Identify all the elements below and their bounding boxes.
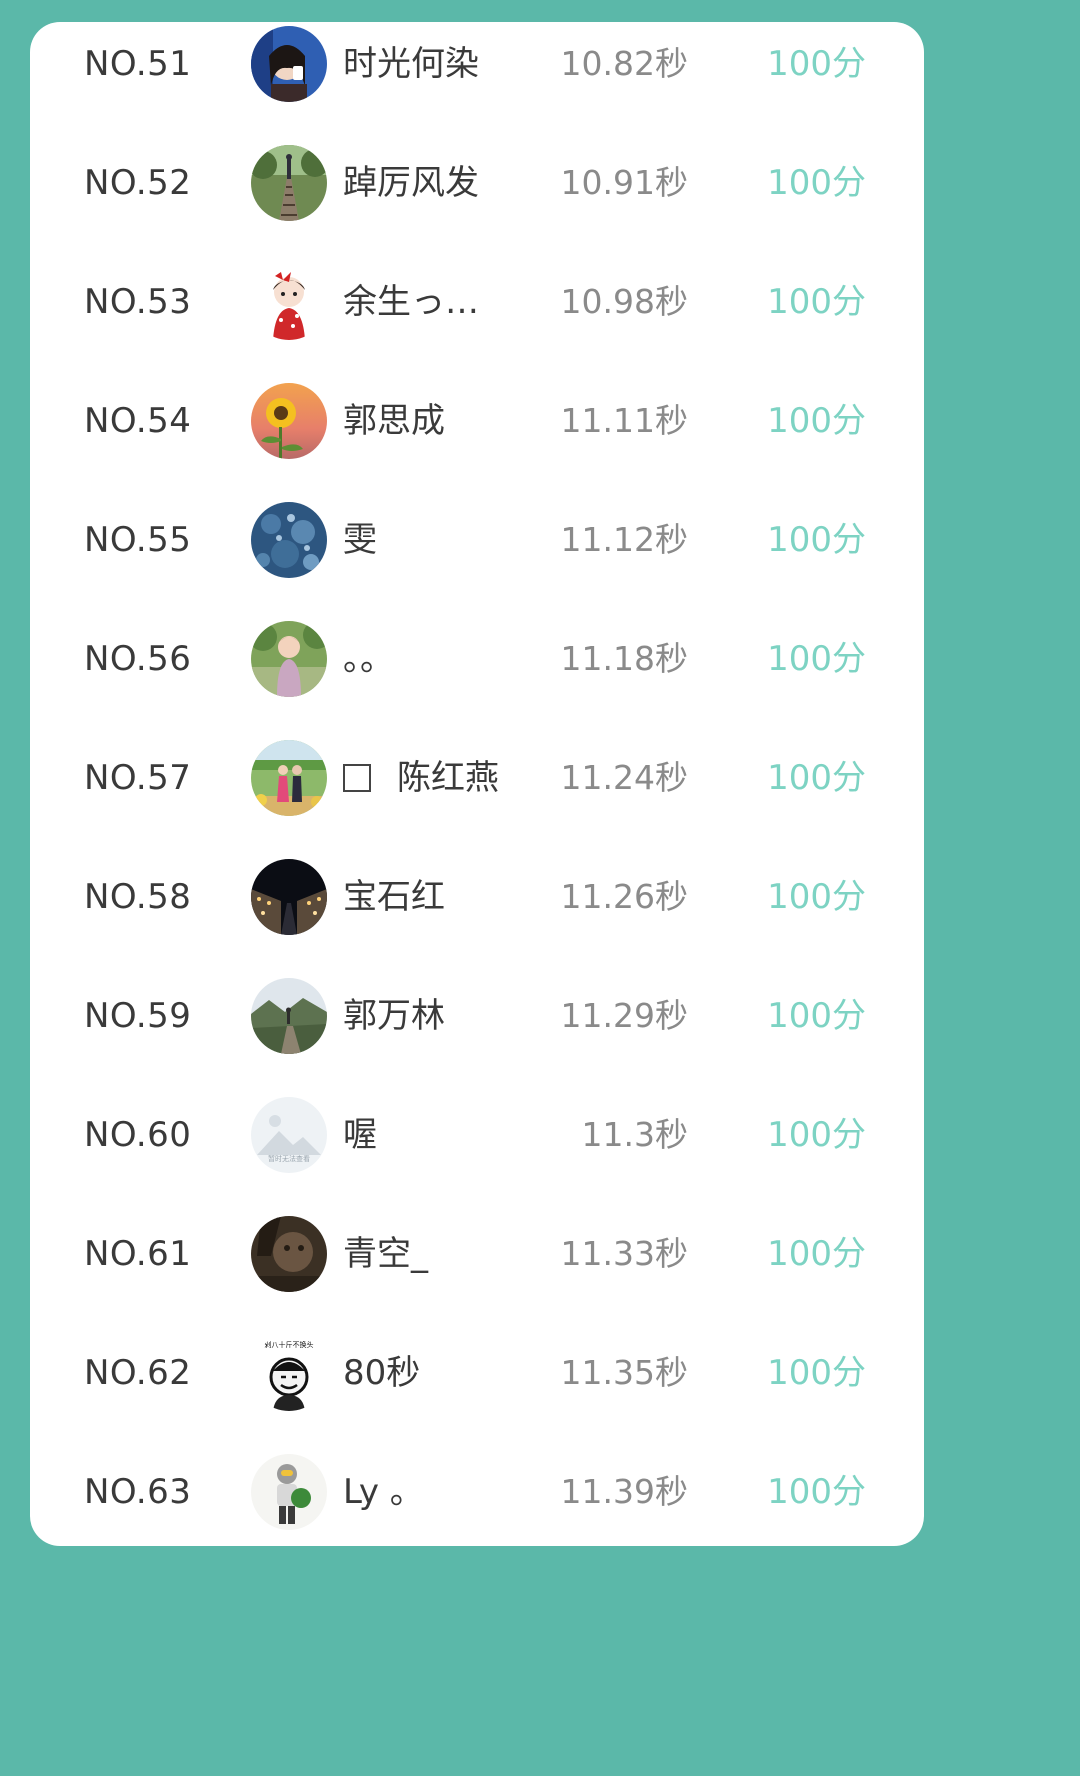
completion-time: 11.3秒 bbox=[581, 1115, 688, 1154]
completion-time: 10.91秒 bbox=[560, 163, 688, 202]
rank-label: NO.58 bbox=[84, 877, 192, 917]
checkbox-icon bbox=[343, 764, 371, 792]
score-value: 100分 bbox=[767, 44, 866, 84]
toy-figure-avatar[interactable] bbox=[251, 1454, 327, 1530]
player-name: Ly 。 bbox=[343, 1472, 424, 1512]
rank-label: NO.54 bbox=[84, 401, 192, 441]
completion-time: 11.29秒 bbox=[560, 996, 688, 1035]
girl-drinking-avatar[interactable] bbox=[251, 26, 327, 102]
score-value: 100分 bbox=[767, 1472, 866, 1512]
player-name: 余生っ… bbox=[343, 282, 479, 322]
completion-time: 11.33秒 bbox=[560, 1234, 688, 1273]
rank-label: NO.56 bbox=[84, 639, 192, 679]
leaderboard-row[interactable]: NO.62 剁八十斤不换头 80秒 11.35秒 100分 bbox=[30, 1331, 924, 1450]
score-value: 100分 bbox=[767, 1234, 866, 1274]
leaderboard-row[interactable]: NO.59 郭万林 11.29秒 100分 bbox=[30, 974, 924, 1093]
completion-time: 11.26秒 bbox=[560, 877, 688, 916]
player-name: 宝石红 bbox=[343, 877, 445, 917]
rank-label: NO.53 bbox=[84, 282, 192, 322]
completion-time: 11.18秒 bbox=[560, 639, 688, 678]
rank-label: NO.62 bbox=[84, 1353, 192, 1393]
toddler-photo-avatar[interactable] bbox=[251, 621, 327, 697]
rank-label: NO.59 bbox=[84, 996, 192, 1036]
player-name: 雯 bbox=[343, 520, 377, 560]
completion-time: 10.98秒 bbox=[560, 282, 688, 321]
leaderboard-row[interactable]: NO.58 宝石红 11.26秒 100分 bbox=[30, 855, 924, 974]
score-value: 100分 bbox=[767, 163, 866, 203]
rank-label: NO.61 bbox=[84, 1234, 192, 1274]
player-name: 时光何染 bbox=[343, 44, 479, 84]
avatar-caption: 剁八十斤不换头 bbox=[265, 1340, 314, 1349]
score-value: 100分 bbox=[767, 639, 866, 679]
sunflower-avatar[interactable] bbox=[251, 383, 327, 459]
score-value: 100分 bbox=[767, 401, 866, 441]
rank-label: NO.60 bbox=[84, 1115, 192, 1155]
rank-label: NO.63 bbox=[84, 1472, 192, 1512]
player-name: 80秒 bbox=[343, 1353, 421, 1393]
score-value: 100分 bbox=[767, 1353, 866, 1393]
placeholder-image-avatar[interactable]: 暂时无法查看 bbox=[251, 1097, 327, 1173]
player-name: 。。 bbox=[343, 639, 394, 679]
rank-label: NO.52 bbox=[84, 163, 192, 203]
score-value: 100分 bbox=[767, 996, 866, 1036]
player-name: 郭思成 bbox=[343, 401, 445, 441]
completion-time: 10.82秒 bbox=[560, 44, 688, 83]
completion-time: 11.39秒 bbox=[560, 1472, 688, 1511]
player-name-text: 陈红燕 bbox=[397, 758, 499, 798]
rank-label: NO.51 bbox=[84, 44, 192, 84]
meme-face-avatar[interactable]: 剁八十斤不换头 bbox=[251, 1335, 327, 1411]
leaderboard-row[interactable]: NO.61 青空_ 11.33秒 100分 bbox=[30, 1212, 924, 1331]
leaderboard-row[interactable]: NO.57 陈红燕 11.24秒 100分 bbox=[30, 736, 924, 855]
rank-label: NO.55 bbox=[84, 520, 192, 560]
leaderboard-row[interactable]: NO.63 Ly 。 11.39秒 100分 bbox=[30, 1450, 924, 1546]
leaderboard-row[interactable]: NO.52 踔厉风发 10.91秒 100分 bbox=[30, 141, 924, 260]
rank-label: NO.57 bbox=[84, 758, 192, 798]
leaderboard-row[interactable]: NO.55 雯 11.12秒 100分 bbox=[30, 498, 924, 617]
leaderboard-row[interactable]: NO.56 。。 11.18秒 100分 bbox=[30, 617, 924, 736]
player-name: 喔 bbox=[343, 1115, 377, 1155]
player-name: 青空_ bbox=[343, 1234, 428, 1274]
player-name: 郭万林 bbox=[343, 996, 445, 1036]
score-value: 100分 bbox=[767, 758, 866, 798]
railway-track-avatar[interactable] bbox=[251, 145, 327, 221]
leaderboard-row[interactable]: NO.51 时光何染 10.82秒 100分 bbox=[30, 22, 924, 141]
couple-garden-avatar[interactable] bbox=[251, 740, 327, 816]
score-value: 100分 bbox=[767, 520, 866, 560]
player-name: 陈红燕 bbox=[343, 736, 499, 820]
avatar-caption: 暂时无法查看 bbox=[268, 1154, 310, 1163]
mountain-path-avatar[interactable] bbox=[251, 978, 327, 1054]
dark-portrait-avatar[interactable] bbox=[251, 1216, 327, 1292]
score-value: 100分 bbox=[767, 282, 866, 322]
score-value: 100分 bbox=[767, 1115, 866, 1155]
leaderboard-row[interactable]: NO.54 郭思成 11.11秒 100分 bbox=[30, 379, 924, 498]
blue-texture-avatar[interactable] bbox=[251, 502, 327, 578]
leaderboard-row[interactable]: NO.60 暂时无法查看 喔 11.3秒 100分 bbox=[30, 1093, 924, 1212]
completion-time: 11.24秒 bbox=[560, 758, 688, 797]
player-name: 踔厉风发 bbox=[343, 163, 479, 203]
score-value: 100分 bbox=[767, 877, 866, 917]
completion-time: 11.12秒 bbox=[560, 520, 688, 559]
leaderboard-row[interactable]: NO.53 余生っ… 10.98秒 100分 bbox=[30, 260, 924, 379]
completion-time: 11.35秒 bbox=[560, 1353, 688, 1392]
night-street-avatar[interactable] bbox=[251, 859, 327, 935]
cartoon-girl-avatar[interactable] bbox=[251, 264, 327, 340]
completion-time: 11.11秒 bbox=[560, 401, 688, 440]
leaderboard-card: NO.51 时光何染 10.82秒 100分 NO.52 踔厉风发 10.91秒… bbox=[30, 22, 924, 1546]
